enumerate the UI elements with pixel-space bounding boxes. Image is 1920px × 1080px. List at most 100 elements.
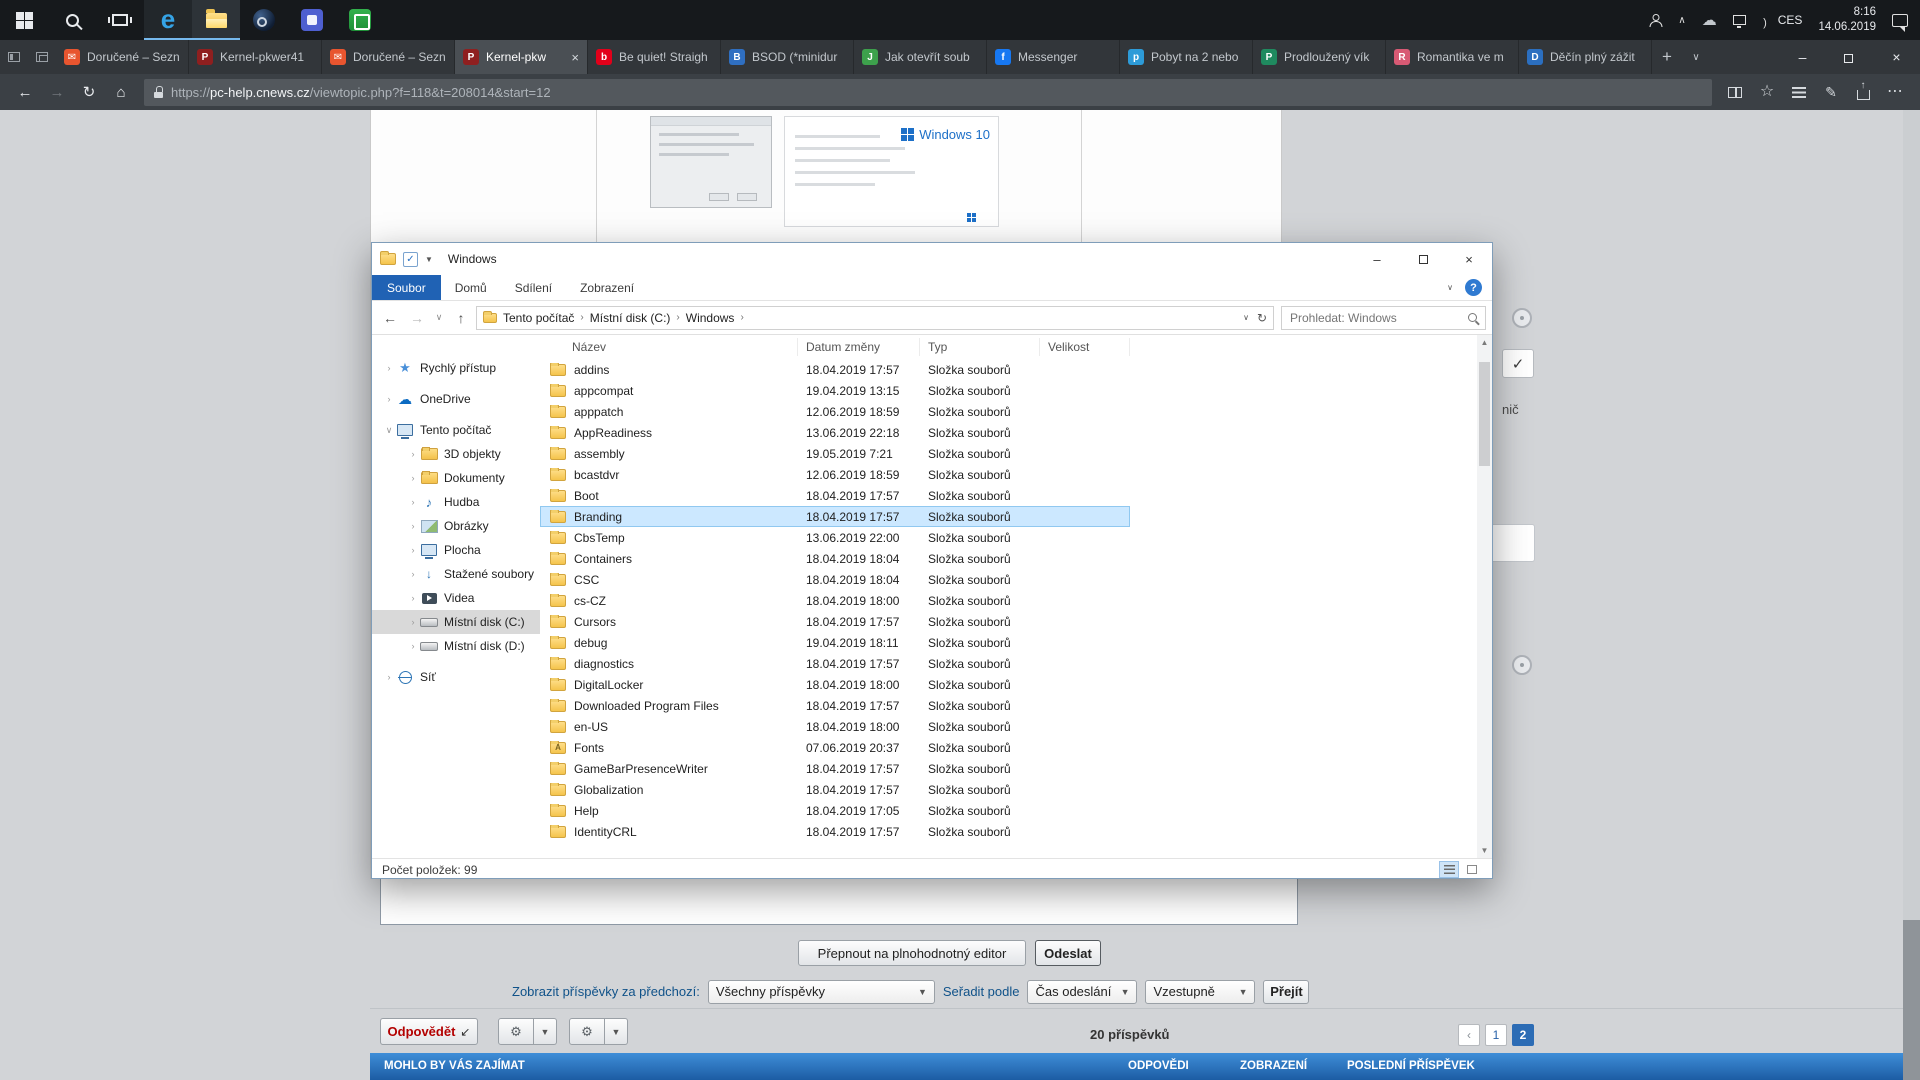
browser-tab[interactable]: B BSOD (*minidur × — [721, 40, 854, 74]
go-button[interactable]: Přejít — [1263, 979, 1310, 1004]
expand-chevron-icon[interactable]: › — [406, 449, 420, 459]
breadcrumb-segment[interactable]: Místní disk (C:) › — [590, 311, 680, 325]
url-input[interactable]: https://pc-help.cnews.cz/viewtopic.php?f… — [144, 78, 1712, 106]
file-list-scrollbar[interactable]: ▲ ▼ — [1477, 335, 1492, 858]
expand-chevron-icon[interactable]: › — [406, 569, 420, 579]
page-scrollbar[interactable] — [1903, 110, 1920, 1080]
share-button[interactable] — [1848, 77, 1878, 107]
page-number-button[interactable]: 2 — [1512, 1024, 1534, 1046]
expand-chevron-icon[interactable]: › — [406, 545, 420, 555]
minimize-button[interactable]: – — [1779, 40, 1826, 74]
tab-close-icon[interactable]: × — [569, 50, 579, 65]
sidebar-item[interactable]: › Dokumenty — [372, 466, 540, 490]
browser-tab[interactable]: ✉ Doručené – Sezn × — [322, 40, 455, 74]
column-header-size[interactable]: Velikost — [1040, 338, 1130, 356]
sort-by-select[interactable]: Čas odeslání ▼ — [1027, 979, 1138, 1004]
refresh-icon[interactable]: ↻ — [1257, 311, 1267, 325]
page-number-button[interactable]: 1 — [1485, 1024, 1507, 1046]
taskbar-app-blue-button[interactable] — [288, 0, 336, 40]
nav-history-chevron-icon[interactable]: ∨ — [432, 312, 446, 323]
file-row[interactable]: Help 18.04.2019 17:05 Složka souborů — [540, 800, 1130, 821]
breadcrumb-chevron-icon[interactable]: › — [580, 312, 583, 323]
expand-chevron-icon[interactable]: › — [382, 363, 396, 373]
attachment-thumbnail-dialog[interactable] — [650, 116, 772, 208]
address-breadcrumb[interactable]: Tento počítač › Místní disk (C:) › Windo… — [476, 305, 1274, 330]
set-tabs-aside-button[interactable] — [28, 40, 56, 74]
file-row[interactable]: DigitalLocker 18.04.2019 18:00 Složka so… — [540, 674, 1130, 695]
browser-tab[interactable]: P Kernel-pkw × — [455, 40, 588, 74]
clock[interactable]: 8:16 14.06.2019 — [1818, 5, 1876, 35]
language-indicator[interactable]: CES — [1778, 13, 1803, 27]
file-row[interactable]: bcastdvr 12.06.2019 18:59 Složka souborů — [540, 464, 1130, 485]
expand-chevron-icon[interactable]: › — [382, 394, 396, 404]
scroll-down-icon[interactable]: ▼ — [1477, 846, 1492, 855]
file-row[interactable]: Containers 18.04.2019 18:04 Složka soubo… — [540, 548, 1130, 569]
onedrive-icon[interactable]: ☁ — [1702, 13, 1717, 28]
quick-access-check-icon[interactable]: ✓ — [403, 251, 418, 267]
taskbar-search-button[interactable] — [48, 0, 96, 40]
browser-tab[interactable]: P Prodloužený vík × — [1253, 40, 1386, 74]
sidebar-item[interactable]: › 3D objekty — [372, 442, 540, 466]
file-row[interactable]: GameBarPresenceWriter 18.04.2019 17:57 S… — [540, 758, 1130, 779]
ribbon-tab[interactable]: Sdílení — [501, 281, 566, 295]
file-row[interactable]: addins 18.04.2019 17:57 Složka souborů — [540, 359, 1130, 380]
web-note-button[interactable]: ✎ — [1816, 77, 1846, 107]
sidebar-item[interactable]: › Hudba — [372, 490, 540, 514]
file-row[interactable]: appcompat 19.04.2019 13:15 Složka soubor… — [540, 380, 1130, 401]
file-row[interactable]: Globalization 18.04.2019 17:57 Složka so… — [540, 779, 1130, 800]
browser-tab[interactable]: J Jak otevřít soub × — [854, 40, 987, 74]
expand-chevron-icon[interactable]: › — [406, 497, 420, 507]
scrollbar-thumb[interactable] — [1479, 362, 1490, 466]
file-row[interactable]: cs-CZ 18.04.2019 18:00 Složka souborů — [540, 590, 1130, 611]
sidebar-item[interactable]: ∨ Tento počítač — [372, 418, 540, 442]
tab-preview-chevron-icon[interactable]: ∨ — [1682, 40, 1710, 74]
action-center-icon[interactable] — [1892, 13, 1908, 32]
sidebar-item[interactable]: › Síť — [372, 665, 540, 689]
taskbar-edge-button[interactable]: e — [144, 0, 192, 40]
explorer-title-bar[interactable]: ✓ ▼ Windows – × — [372, 243, 1492, 275]
nav-back-button[interactable]: ← — [378, 310, 402, 326]
file-row[interactable]: assembly 19.05.2019 7:21 Složka souborů — [540, 443, 1130, 464]
expand-chevron-icon[interactable]: › — [382, 672, 396, 682]
refresh-button[interactable]: ↻ — [74, 77, 104, 107]
column-header-date[interactable]: Datum změny — [798, 338, 920, 356]
reading-view-button[interactable] — [1720, 77, 1750, 107]
file-row[interactable]: apppatch 12.06.2019 18:59 Složka souborů — [540, 401, 1130, 422]
file-row[interactable]: debug 19.04.2019 18:11 Složka souborů — [540, 632, 1130, 653]
address-dropdown-icon[interactable]: ∨ — [1243, 313, 1249, 322]
hub-button[interactable] — [1784, 77, 1814, 107]
column-header-name[interactable]: Název — [540, 338, 798, 356]
browser-tab[interactable]: D Děčín plný zážit × — [1519, 40, 1652, 74]
moderator-tools-button[interactable]: ⚙ — [569, 1018, 605, 1045]
nav-up-button[interactable]: ↑ — [449, 310, 473, 326]
file-row[interactable]: Boot 18.04.2019 17:57 Složka souborů — [540, 485, 1130, 506]
expand-chevron-icon[interactable]: ∨ — [382, 425, 396, 436]
details-view-button[interactable] — [1439, 861, 1459, 878]
sidebar-item[interactable]: › Rychlý přístup — [372, 356, 540, 380]
explorer-maximize-button[interactable] — [1400, 243, 1446, 275]
previous-page-button[interactable]: ‹ — [1458, 1024, 1480, 1046]
sidebar-item[interactable]: › Obrázky — [372, 514, 540, 538]
forward-button[interactable]: → — [42, 77, 72, 107]
explorer-minimize-button[interactable]: – — [1354, 243, 1400, 275]
expand-ribbon-chevron-icon[interactable]: ∨ — [1447, 283, 1453, 292]
expand-chevron-icon[interactable]: › — [406, 641, 420, 651]
breadcrumb-chevron-icon[interactable]: › — [676, 312, 679, 323]
file-row[interactable]: Branding 18.04.2019 17:57 Složka souborů — [540, 506, 1130, 527]
taskbar-steam-button[interactable] — [240, 0, 288, 40]
sidebar-item[interactable]: › Místní disk (C:) — [372, 610, 540, 634]
hidden-icons-chevron-icon[interactable]: ∧ — [1678, 15, 1685, 26]
browser-tab[interactable]: f Messenger × — [987, 40, 1120, 74]
column-header-type[interactable]: Typ — [920, 338, 1040, 356]
taskbar-app-green-button[interactable] — [336, 0, 384, 40]
tabs-set-aside-list-button[interactable] — [0, 40, 28, 74]
help-icon[interactable]: ? — [1465, 279, 1482, 296]
sidebar-item[interactable]: › Plocha — [372, 538, 540, 562]
close-button[interactable]: × — [1873, 40, 1920, 74]
display-posts-select[interactable]: Všechny příspěvky ▼ — [707, 979, 935, 1004]
sidebar-item[interactable]: › OneDrive — [372, 387, 540, 411]
file-row[interactable]: CbsTemp 13.06.2019 22:00 Složka souborů — [540, 527, 1130, 548]
sort-direction-select[interactable]: Vzestupně ▼ — [1145, 979, 1256, 1004]
reply-button[interactable]: Odpovědět ↙ — [380, 1018, 478, 1045]
new-tab-button[interactable]: + — [1652, 40, 1682, 74]
